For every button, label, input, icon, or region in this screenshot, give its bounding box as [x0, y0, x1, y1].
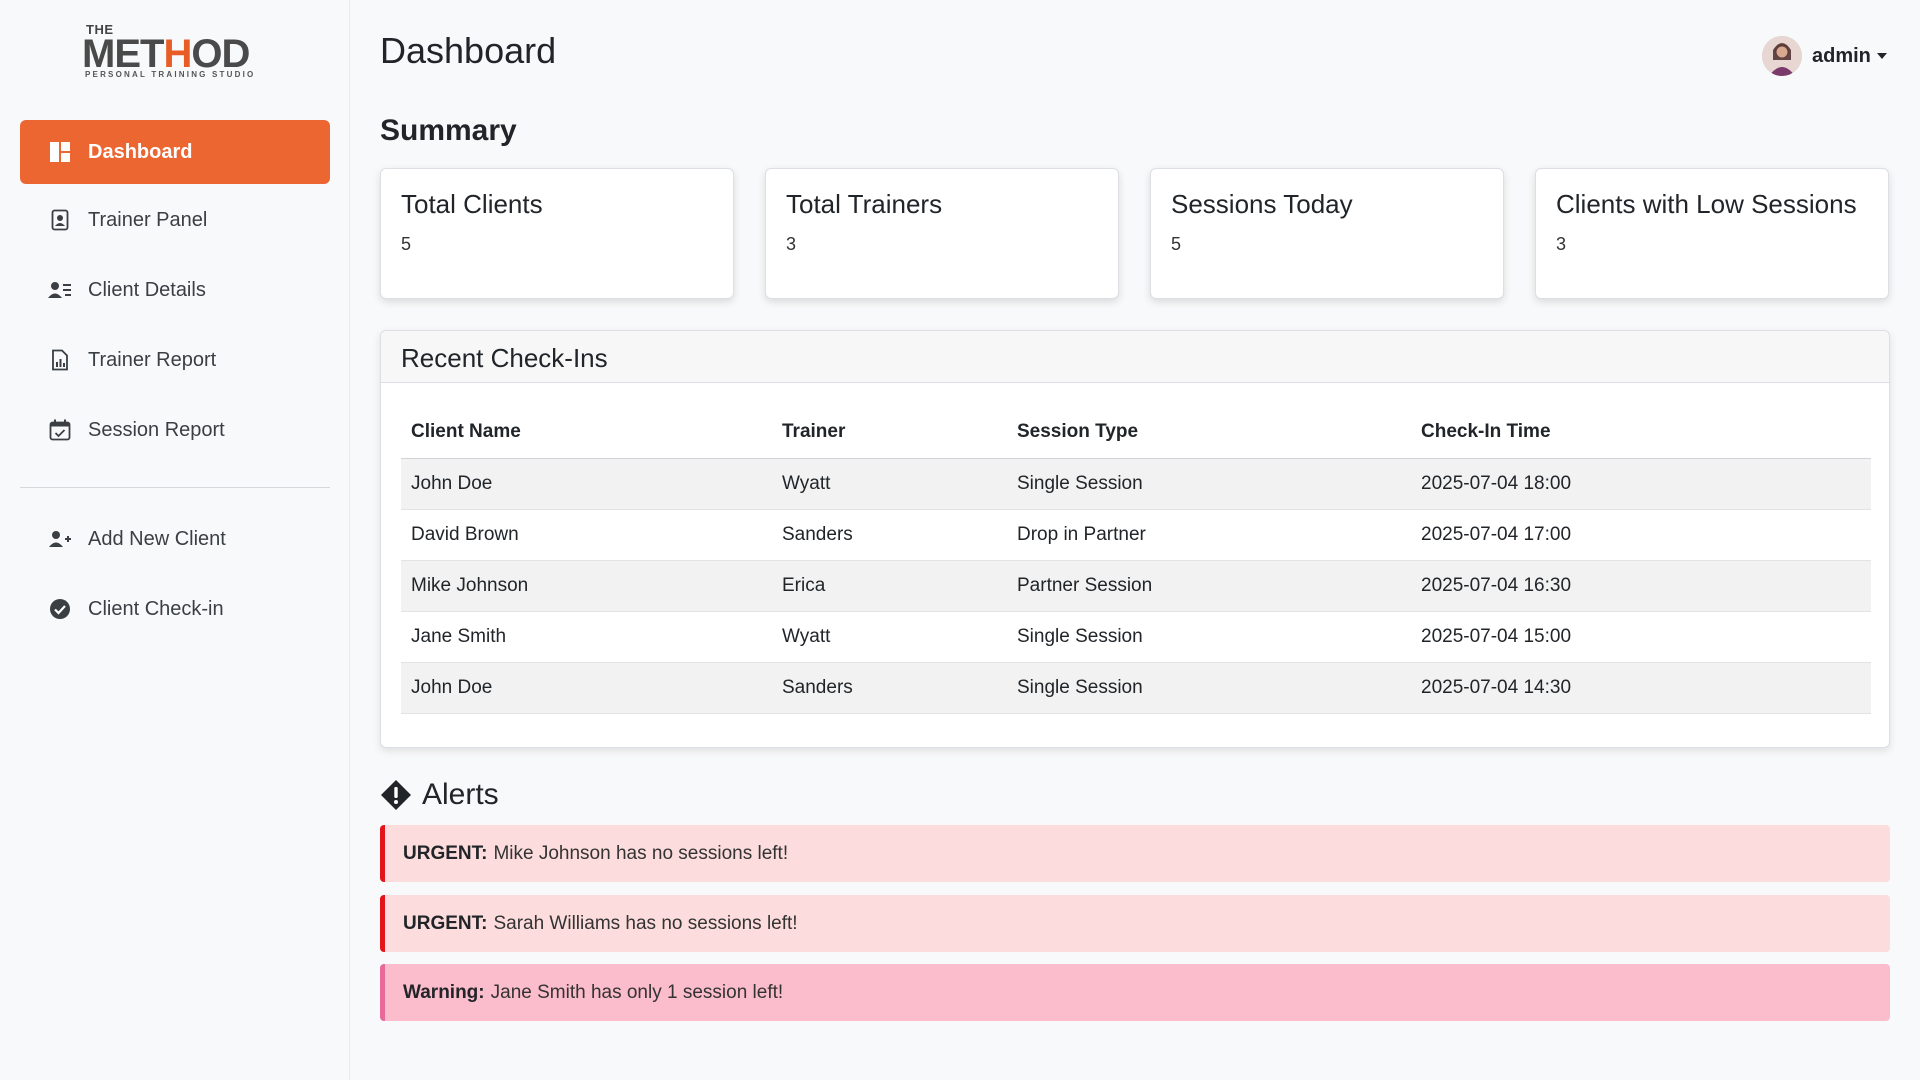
cell-client-name: John Doe	[401, 662, 772, 714]
sidebar-item-label: Client Check-in	[88, 597, 224, 620]
cell-client-name: Jane Smith	[401, 611, 772, 663]
avatar	[1762, 36, 1802, 76]
calendar-check-icon	[48, 418, 72, 442]
cell-check-in-time: 2025-07-04 17:00	[1411, 509, 1871, 561]
alert-level: Warning:	[403, 981, 485, 1003]
cell-check-in-time: 2025-07-04 14:30	[1411, 662, 1871, 714]
card-value: 5	[1171, 234, 1182, 254]
cell-trainer: Sanders	[772, 509, 1007, 561]
chevron-down-icon	[1876, 53, 1887, 59]
card-title: Total Clients	[401, 189, 543, 219]
alerts-heading: Alerts	[380, 778, 499, 812]
alert-warning: Warning: Jane Smith has only 1 session l…	[380, 964, 1890, 1021]
cell-client-name: John Doe	[401, 458, 772, 510]
table-row: David Brown Sanders Drop in Partner 2025…	[401, 509, 1871, 561]
dashboard-icon	[48, 140, 72, 164]
cell-check-in-time: 2025-07-04 18:00	[1411, 458, 1871, 510]
table-row: Mike Johnson Erica Partner Session 2025-…	[401, 560, 1871, 612]
user-menu[interactable]: admin	[1762, 36, 1887, 76]
logo-tagline: PERSONAL TRAINING STUDIO	[85, 70, 256, 79]
sidebar: THE METHOD PERSONAL TRAINING STUDIO Dash…	[0, 0, 350, 1080]
sidebar-item-client-check-in[interactable]: Client Check-in	[20, 577, 330, 641]
cell-session-type: Single Session	[1007, 611, 1411, 663]
card-title: Sessions Today	[1171, 189, 1353, 219]
cell-trainer: Sanders	[772, 662, 1007, 714]
recent-checkins-panel: Recent Check-Ins Client Name Trainer Ses…	[380, 330, 1890, 748]
card-value: 3	[786, 234, 797, 254]
alert-level: URGENT:	[403, 842, 488, 864]
sidebar-item-session-report[interactable]: Session Report	[20, 398, 330, 462]
page-title: Dashboard	[380, 30, 557, 71]
summary-card-sessions-today: Sessions Today 5	[1150, 168, 1504, 299]
cell-client-name: David Brown	[401, 509, 772, 561]
column-header: Check-In Time	[1411, 407, 1871, 459]
checkins-title: Recent Check-Ins	[381, 331, 1889, 383]
sidebar-item-dashboard[interactable]: Dashboard	[20, 120, 330, 184]
cell-trainer: Erica	[772, 560, 1007, 612]
cell-trainer: Wyatt	[772, 458, 1007, 510]
sidebar-item-client-details[interactable]: Client Details	[20, 258, 330, 322]
sidebar-item-trainer-report[interactable]: Trainer Report	[20, 328, 330, 392]
cell-session-type: Drop in Partner	[1007, 509, 1411, 561]
sidebar-item-label: Add New Client	[88, 527, 226, 550]
sidebar-item-add-new-client[interactable]: Add New Client	[20, 507, 330, 571]
sidebar-item-label: Session Report	[88, 418, 225, 441]
brand-logo[interactable]: THE METHOD PERSONAL TRAINING STUDIO	[82, 18, 272, 84]
logo-word: METHOD	[82, 32, 250, 76]
alert-urgent: URGENT: Mike Johnson has no sessions lef…	[380, 825, 1890, 882]
alerts-title: Alerts	[422, 778, 499, 811]
card-title: Clients with Low Sessions	[1556, 189, 1857, 219]
sidebar-item-label: Dashboard	[88, 140, 193, 163]
summary-card-total-clients: Total Clients 5	[380, 168, 734, 299]
cell-session-type: Partner Session	[1007, 560, 1411, 612]
table-row: Jane Smith Wyatt Single Session 2025-07-…	[401, 611, 1871, 663]
card-title: Total Trainers	[786, 189, 943, 219]
cell-session-type: Single Session	[1007, 458, 1411, 510]
alert-urgent: URGENT: Sarah Williams has no sessions l…	[380, 895, 1890, 952]
column-header: Trainer	[772, 407, 1007, 459]
sidebar-item-label: Trainer Panel	[88, 208, 208, 231]
cell-check-in-time: 2025-07-04 15:00	[1411, 611, 1871, 663]
alert-text: Mike Johnson has no sessions left!	[493, 842, 789, 864]
card-value: 3	[1556, 234, 1567, 254]
card-value: 5	[401, 234, 412, 254]
table-row: John Doe Sanders Single Session 2025-07-…	[401, 662, 1871, 714]
person-plus-icon	[48, 527, 72, 551]
alert-level: URGENT:	[403, 912, 488, 934]
checkins-table: Client Name Trainer Session Type Check-I…	[401, 407, 1871, 714]
table-header-row: Client Name Trainer Session Type Check-I…	[401, 407, 1871, 459]
alert-text: Jane Smith has only 1 session left!	[490, 981, 784, 1003]
user-name: admin	[1812, 44, 1871, 67]
column-header: Client Name	[401, 407, 772, 459]
summary-card-low-sessions: Clients with Low Sessions 3	[1535, 168, 1889, 299]
alert-text: Sarah Williams has no sessions left!	[493, 912, 798, 934]
cell-session-type: Single Session	[1007, 662, 1411, 714]
sidebar-item-trainer-panel[interactable]: Trainer Panel	[20, 188, 330, 252]
file-chart-icon	[48, 348, 72, 372]
id-badge-icon	[48, 208, 72, 232]
cell-trainer: Wyatt	[772, 611, 1007, 663]
person-lines-icon	[48, 278, 72, 302]
summary-card-total-trainers: Total Trainers 3	[765, 168, 1119, 299]
warning-diamond-icon	[380, 779, 412, 811]
column-header: Session Type	[1007, 407, 1411, 459]
summary-title: Summary	[380, 114, 517, 147]
cell-client-name: Mike Johnson	[401, 560, 772, 612]
table-row: John Doe Wyatt Single Session 2025-07-04…	[401, 458, 1871, 510]
sidebar-item-label: Trainer Report	[88, 348, 217, 371]
sidebar-item-label: Client Details	[88, 278, 206, 301]
check-circle-icon	[48, 597, 72, 621]
sidebar-divider	[20, 487, 330, 488]
cell-check-in-time: 2025-07-04 16:30	[1411, 560, 1871, 612]
